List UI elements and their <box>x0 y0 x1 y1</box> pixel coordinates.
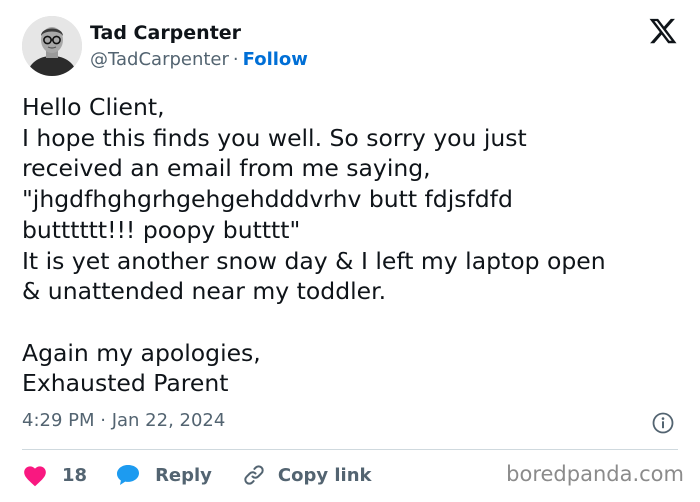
like-count: 18 <box>62 464 88 486</box>
separator-dot: · <box>232 49 239 70</box>
link-icon <box>242 463 266 487</box>
tweet-text: Hello Client, I hope this finds you well… <box>22 93 606 398</box>
author-handle-line: @TadCarpenter · Follow <box>90 49 308 70</box>
author-handle[interactable]: @TadCarpenter <box>90 49 229 70</box>
tweet-header: Tad Carpenter @TadCarpenter · Follow <box>22 16 684 80</box>
like-button[interactable]: 18 <box>22 463 87 487</box>
copy-link-button[interactable]: Copy link <box>242 463 372 487</box>
tweet-timestamp[interactable]: 4:29 PM · Jan 22, 2024 <box>22 410 225 431</box>
tweet-card: Tad Carpenter @TadCarpenter · Follow Hello… <box>0 0 700 502</box>
author-name[interactable]: Tad Carpenter <box>90 22 241 44</box>
action-bar: 18 Reply Copy link <box>22 460 372 490</box>
divider <box>22 449 678 450</box>
avatar[interactable] <box>22 16 82 76</box>
reply-label: Reply <box>155 464 212 486</box>
x-logo-icon[interactable] <box>648 16 678 46</box>
heart-icon <box>22 463 48 487</box>
info-icon[interactable] <box>652 412 674 434</box>
watermark: boredpanda.com <box>506 462 684 486</box>
copy-link-label: Copy link <box>277 464 372 486</box>
follow-button[interactable]: Follow <box>243 49 308 70</box>
reply-button[interactable]: Reply <box>115 463 212 487</box>
speech-bubble-icon <box>115 463 141 487</box>
